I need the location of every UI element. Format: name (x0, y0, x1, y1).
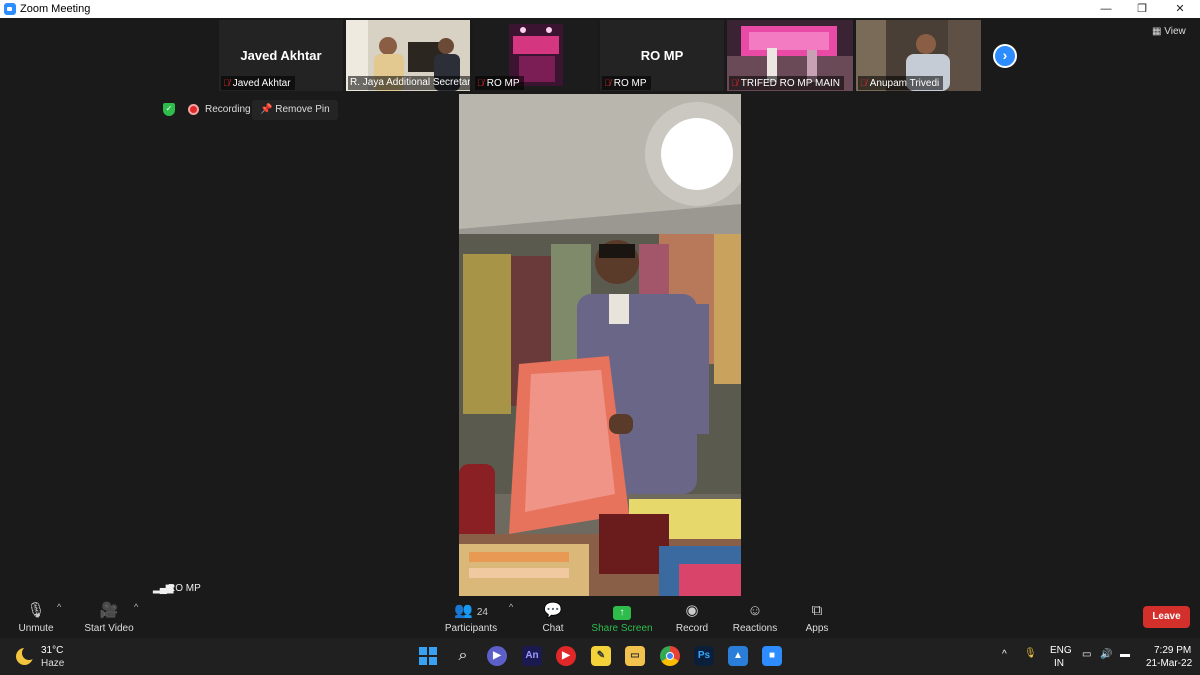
youtube-music-icon[interactable]: ▶ (556, 646, 576, 666)
clock-date[interactable]: 21-Mar-22 (1146, 658, 1192, 669)
zoom-app-icon (4, 3, 16, 15)
remove-pin-button[interactable]: 📌 Remove Pin (252, 100, 338, 120)
minimize-button[interactable]: — (1088, 0, 1124, 18)
share-screen-button[interactable]: ↑ Share Screen (587, 600, 657, 634)
photoshop-icon[interactable]: Ps (694, 646, 714, 666)
weather-moon-icon[interactable] (16, 646, 36, 665)
reactions-button[interactable]: ☺ Reactions (720, 600, 790, 634)
recording-label: Recording (205, 104, 251, 115)
participants-count: 24 (476, 607, 488, 618)
video-options-caret[interactable]: ^ (134, 602, 138, 612)
view-button[interactable]: ▦ View (1152, 26, 1186, 37)
participant-name-label: 🎙̸ RO MP (475, 76, 524, 90)
mic-muted-icon: 🎙̸ (477, 78, 484, 88)
participant-display-name: Javed Akhtar (240, 48, 322, 63)
file-explorer-icon[interactable]: ▭ (625, 646, 645, 666)
participants-button[interactable]: 👥 24 Participants (436, 600, 506, 634)
participant-name-label: R. Jaya Additional Secretary (348, 76, 470, 90)
participant-display-name: RO MP (640, 48, 684, 63)
speaker-name-label: ▂▄▆RO MP (153, 583, 201, 594)
participant-name-label: 🎙̸ Javed Akhtar (221, 76, 295, 90)
teams-chat-icon[interactable]: ▶ (487, 646, 507, 666)
close-button[interactable]: ✕ (1162, 0, 1198, 18)
weather-condition[interactable]: Haze (41, 658, 64, 669)
next-participants-button[interactable]: › (993, 44, 1017, 68)
mic-muted-icon: 🎙̸ (860, 78, 867, 88)
encryption-shield-icon[interactable]: ✓ (163, 103, 175, 116)
participant-tile[interactable]: RO MP 🎙̸ RO MP (600, 20, 724, 91)
participant-tile[interactable]: R. Jaya Additional Secretary (346, 20, 470, 91)
photos-icon[interactable]: ▲ (728, 646, 748, 666)
pin-icon: 📌 (260, 104, 273, 115)
mic-muted-icon: 🎙̸ (604, 78, 611, 88)
mic-muted-icon: 🎙̸ (731, 78, 738, 88)
record-button[interactable]: ◉ Record (657, 600, 727, 634)
sticky-notes-icon[interactable]: ✎ (591, 646, 611, 666)
participants-icon: 👥 (454, 602, 473, 619)
participant-tile[interactable]: 🎙̸ TRIFED RO MP MAIN (727, 20, 853, 91)
chat-icon: 💬 (543, 602, 563, 619)
language-line1[interactable]: ENG (1050, 645, 1072, 656)
battery-icon[interactable]: ▬ (1120, 649, 1130, 660)
animate-icon[interactable]: An (522, 646, 542, 666)
participants-options-caret[interactable]: ^ (509, 602, 513, 612)
participant-name-label: 🎙̸ Anupam Trivedi (858, 76, 944, 90)
search-icon[interactable]: ⌕ (453, 646, 473, 666)
pinned-video (459, 94, 741, 596)
reactions-icon: ☺ (747, 602, 763, 619)
windows-start-icon[interactable] (418, 646, 438, 666)
speaker-video-frame (459, 94, 741, 596)
audio-options-caret[interactable]: ^ (57, 602, 61, 612)
share-screen-icon: ↑ (613, 606, 631, 620)
signal-strength-icon: ▂▄▆ (153, 583, 173, 594)
clock-time[interactable]: 7:29 PM (1154, 645, 1191, 656)
show-hidden-icons-caret[interactable]: ^ (1002, 649, 1007, 660)
participant-tile[interactable]: 🎙̸ RO MP (473, 20, 597, 91)
volume-icon[interactable]: 🔊 (1100, 649, 1112, 660)
language-line2[interactable]: IN (1054, 658, 1064, 669)
mic-muted-icon: 🎙̸ (223, 78, 230, 88)
zoom-icon[interactable]: ■ (762, 646, 782, 666)
participant-tile[interactable]: 🎙̸ Anupam Trivedi (856, 20, 981, 91)
windows-taskbar: 31°C Haze ⌕ ▶ An ▶ ✎ ▭ Ps ▲ ■ ^ 🎙 ENG IN… (0, 638, 1200, 675)
record-icon: ◉ (685, 602, 699, 619)
participant-name-label: 🎙̸ RO MP (602, 76, 651, 90)
weather-temperature[interactable]: 31°C (41, 645, 63, 656)
chat-button[interactable]: 💬 Chat (518, 600, 588, 634)
leave-button[interactable]: Leave (1143, 606, 1190, 628)
window-title: Zoom Meeting (20, 3, 91, 15)
chrome-icon[interactable] (660, 646, 680, 666)
apps-button[interactable]: ⧉ Apps (782, 600, 852, 634)
apps-icon: ⧉ (811, 602, 823, 619)
restore-button[interactable]: ❐ (1124, 0, 1160, 18)
recording-icon (188, 104, 199, 115)
network-icon[interactable]: ▭ (1082, 649, 1091, 660)
title-bar: Zoom Meeting — ❐ ✕ (0, 0, 1200, 18)
participant-tile[interactable]: Javed Akhtar 🎙̸ Javed Akhtar (219, 20, 343, 91)
participant-name-label: 🎙̸ TRIFED RO MP MAIN (729, 76, 845, 90)
microphone-in-use-icon[interactable]: 🎙 (1024, 648, 1037, 659)
